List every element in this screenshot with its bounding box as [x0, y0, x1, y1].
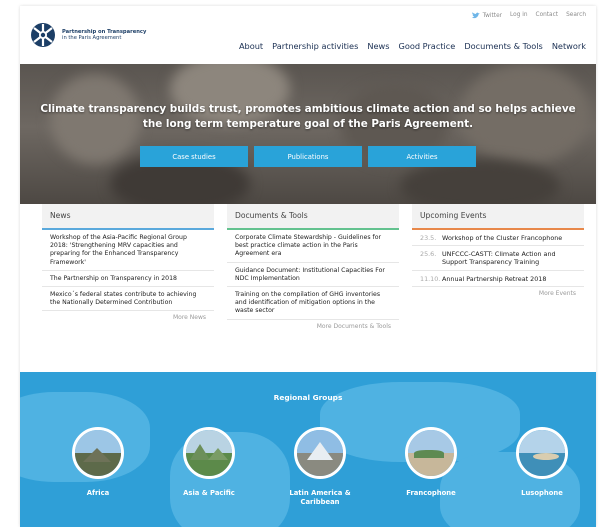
- document-item[interactable]: Training on the compilation of GHG inven…: [227, 287, 399, 320]
- twitter-link[interactable]: Twitter: [471, 12, 503, 19]
- logo-text: Partnership on Transparency in the Paris…: [62, 29, 146, 42]
- site-logo[interactable]: Partnership on Transparency in the Paris…: [30, 20, 170, 50]
- africa-photo: [72, 427, 124, 479]
- lusophone-photo: [516, 427, 568, 479]
- group-asia-pacific[interactable]: Asia & Pacific: [164, 427, 254, 498]
- more-events-link[interactable]: More Events: [412, 287, 584, 300]
- francophone-photo: [405, 427, 457, 479]
- regional-groups-title: Regional Groups: [273, 393, 343, 402]
- event-title: Annual Partnership Retreat 2018: [442, 274, 547, 283]
- utility-links: Twitter Log in Contact Search: [471, 12, 586, 19]
- search-link[interactable]: Search: [566, 12, 586, 19]
- event-date: 11.10.: [420, 274, 441, 283]
- twitter-icon: [471, 12, 480, 19]
- regional-groups-section: Regional Groups Africa Asia & Pacific La…: [20, 372, 596, 527]
- contact-link[interactable]: Contact: [536, 12, 559, 19]
- group-label: Asia & Pacific: [183, 489, 235, 497]
- login-link[interactable]: Log in: [510, 12, 527, 19]
- event-title: UNFCCC-CASTT: Climate Action and Support…: [442, 250, 556, 267]
- activities-button[interactable]: Activities: [368, 146, 476, 167]
- group-latin-america[interactable]: Latin America & Caribbean: [275, 427, 365, 506]
- news-item[interactable]: The Partnership on Transparency in 2018: [42, 271, 214, 288]
- event-item[interactable]: 11.10. Annual Partnership Retreat 2018: [412, 271, 584, 287]
- publications-button[interactable]: Publications: [254, 146, 362, 167]
- latin-america-photo: [294, 427, 346, 479]
- group-label: Lusophone: [521, 489, 563, 497]
- more-documents-link[interactable]: More Documents & Tools: [227, 320, 399, 333]
- case-studies-button[interactable]: Case studies: [140, 146, 248, 167]
- events-column: Upcoming Events 23.5. Workshop of the Cl…: [412, 204, 584, 300]
- group-label: Latin America & Caribbean: [289, 489, 351, 506]
- document-item[interactable]: Guidance Document: Institutional Capacit…: [227, 263, 399, 288]
- nav-network[interactable]: Network: [552, 41, 586, 51]
- site-header: Partnership on Transparency in the Paris…: [20, 6, 596, 64]
- hero-buttons: Case studies Publications Activities: [20, 146, 596, 167]
- document-item[interactable]: Corporate Climate Stewardship - Guidelin…: [227, 230, 399, 263]
- content-columns: News Workshop of the Asia-Pacific Region…: [20, 204, 596, 372]
- documents-heading: Documents & Tools: [227, 204, 399, 228]
- hero-banner: Climate transparency builds trust, promo…: [20, 64, 596, 204]
- main-nav: About Partnership activities News Good P…: [239, 41, 586, 51]
- page: Partnership on Transparency in the Paris…: [20, 6, 596, 527]
- nav-good-practice[interactable]: Good Practice: [398, 41, 455, 51]
- group-africa[interactable]: Africa: [53, 427, 143, 498]
- nav-documents-tools[interactable]: Documents & Tools: [464, 41, 542, 51]
- group-francophone[interactable]: Francophone: [386, 427, 476, 498]
- group-label: Africa: [86, 489, 110, 497]
- logo-line-1: Partnership on Transparency: [62, 28, 147, 35]
- event-item[interactable]: 25.6. UNFCCC-CASTT: Climate Action and S…: [412, 246, 584, 271]
- event-item[interactable]: 23.5. Workshop of the Cluster Francophon…: [412, 230, 584, 247]
- hero-headline: Climate transparency builds trust, promo…: [40, 103, 576, 130]
- group-lusophone[interactable]: Lusophone: [497, 427, 587, 498]
- nav-partnership-activities[interactable]: Partnership activities: [272, 41, 358, 51]
- more-news-link[interactable]: More News: [42, 311, 214, 324]
- logo-icon: [31, 23, 55, 47]
- asia-pacific-photo: [183, 427, 235, 479]
- event-title: Workshop of the Cluster Francophone: [442, 234, 563, 242]
- group-label: Francophone: [406, 489, 456, 497]
- news-item[interactable]: Workshop of the Asia-Pacific Regional Gr…: [42, 230, 214, 271]
- news-item[interactable]: Mexico´s federal states contribute to ac…: [42, 287, 214, 312]
- event-date: 25.6.: [420, 250, 437, 259]
- nav-news[interactable]: News: [367, 41, 389, 51]
- twitter-label: Twitter: [482, 12, 503, 19]
- logo-line-2: in the Paris Agreement: [62, 35, 122, 41]
- documents-column: Documents & Tools Corporate Climate Stew…: [227, 204, 399, 333]
- events-heading: Upcoming Events: [412, 204, 584, 228]
- news-heading: News: [42, 204, 214, 228]
- event-date: 23.5.: [420, 234, 437, 242]
- nav-about[interactable]: About: [239, 41, 263, 51]
- news-column: News Workshop of the Asia-Pacific Region…: [42, 204, 214, 324]
